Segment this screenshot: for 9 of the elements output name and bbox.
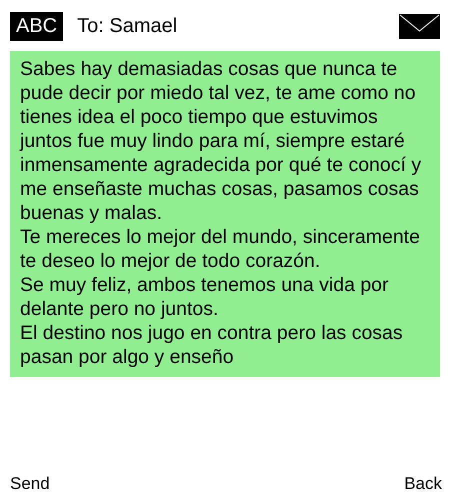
message-text: El destino nos jugo en contra pero las cosas pasan por algo y enseño bbox=[20, 321, 404, 369]
input-mode-indicator: ABC bbox=[10, 12, 64, 40]
send-softkey[interactable]: Send bbox=[10, 474, 50, 494]
recipient-label: To: Samael bbox=[77, 14, 178, 38]
message-text: Te mereces lo mejor del mundo, sinceramente te deseo lo mejor de todo corazón. bbox=[20, 225, 421, 273]
message-text: Sabes hay demasiadas cosas que nunca te pude decir por miedo tal vez, te ame como no tienes idea el poco tiempo que estuvimos juntos fue muy lindo para mí, siempre estaré inmensamente agradecida por qué te conocí y me enseñaste muchas cosas, pasamos cosas buenas y malas. bbox=[20, 57, 422, 225]
envelope-icon bbox=[399, 14, 440, 38]
message-text: Se muy feliz, ambos tenemos una vida por delante pero no juntos. bbox=[20, 273, 390, 321]
back-softkey[interactable]: Back bbox=[404, 474, 442, 494]
